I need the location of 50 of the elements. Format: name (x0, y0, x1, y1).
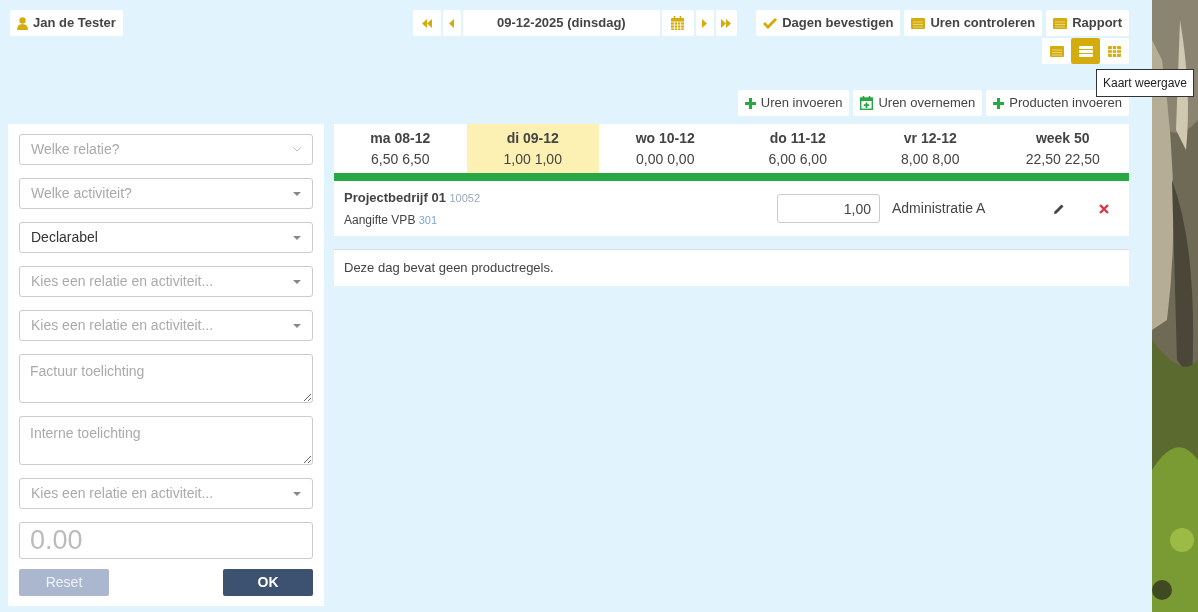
list-icon (1078, 45, 1093, 57)
activity-text: Administratie A (892, 199, 987, 218)
action-button[interactable]: Uren invoeren (737, 90, 850, 116)
user-button[interactable]: Jan de Tester (10, 10, 123, 36)
toolbar-button[interactable]: Dagen bevestigen (756, 10, 901, 36)
card-icon (1049, 45, 1064, 57)
next-button[interactable] (695, 10, 714, 36)
last-button[interactable] (715, 10, 737, 36)
caret-down-icon (293, 323, 301, 328)
date-field[interactable]: 09-12-2025 (dinsdag) (462, 10, 660, 36)
grid-icon (1108, 45, 1121, 57)
caret-down-icon (293, 491, 301, 496)
action-button[interactable]: Uren overnemen (853, 90, 983, 116)
chevron-down-icon (293, 147, 301, 152)
card-icon (1053, 17, 1068, 29)
toolbar-button[interactable]: Rapport (1046, 10, 1129, 36)
task-name: Aangifte VPB 301 (344, 211, 439, 229)
pencil-icon (1053, 202, 1065, 215)
previous-button[interactable] (442, 10, 461, 36)
last-icon (721, 18, 732, 28)
toolbar-button[interactable]: Uren controleren (904, 10, 1043, 36)
first-button[interactable] (412, 10, 441, 36)
select-field[interactable]: Declarabel (19, 222, 313, 253)
calendar-plus-icon (860, 96, 874, 110)
text-area[interactable]: Factuur toelichting (19, 354, 313, 403)
caret-down-icon (293, 235, 301, 240)
card-icon (911, 17, 926, 29)
delete-button[interactable] (1097, 201, 1111, 216)
hours-field[interactable]: 1,00 (777, 194, 880, 223)
text-area[interactable]: Interne toelichting (19, 416, 313, 465)
ok-button[interactable]: OK (223, 569, 313, 596)
calendar-icon (671, 16, 685, 30)
project-name: Projectbedrijf 01 10052 (344, 189, 482, 208)
plus-icon (993, 97, 1005, 109)
amount-field[interactable]: 0.00 (19, 522, 313, 559)
caret-down-icon (293, 279, 301, 284)
empty-message: Deze dag bevat geen productregels. (344, 259, 554, 278)
first-icon (421, 18, 432, 28)
plus-icon (744, 97, 756, 109)
caret-down-icon (293, 191, 301, 196)
view-toggle[interactable] (1071, 38, 1100, 64)
user-icon (17, 16, 28, 30)
calendar-button[interactable] (661, 10, 694, 36)
check-icon (763, 17, 778, 29)
close-icon (1099, 203, 1109, 214)
previous-icon (449, 18, 455, 28)
next-icon (702, 18, 708, 28)
action-button[interactable]: Producten invoeren (986, 90, 1129, 116)
day-tab[interactable]: di 09-12 1,00 1,00 (466, 124, 599, 173)
tooltip: Kaart weergave (1096, 69, 1195, 97)
